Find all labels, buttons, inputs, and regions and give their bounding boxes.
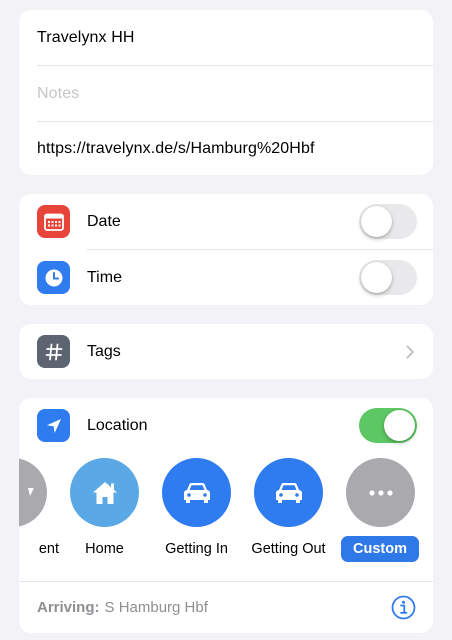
title-field[interactable]: Travelynx HH	[19, 10, 433, 65]
location-row: Location	[19, 398, 433, 453]
date-row: Date	[19, 194, 433, 249]
reminder-card: Date Time	[19, 194, 433, 305]
date-label: Date	[87, 212, 121, 230]
tags-row[interactable]: Tags	[19, 324, 433, 379]
car-icon[interactable]	[162, 458, 231, 527]
tags-card[interactable]: Tags	[19, 324, 433, 379]
toggle-knob	[361, 206, 392, 237]
title-text: Travelynx HH	[37, 28, 135, 46]
partial-option-icon[interactable]	[19, 458, 47, 527]
notes-placeholder: Notes	[37, 84, 80, 102]
location-card: Location ent Home Getting In Getting Out…	[19, 398, 433, 633]
location-arrow-icon	[37, 409, 70, 442]
hashtag-icon	[37, 335, 70, 368]
tags-label: Tags	[87, 342, 121, 360]
getting-in-option-label: Getting In	[165, 541, 228, 557]
info-icon[interactable]	[391, 595, 416, 620]
location-label: Location	[87, 416, 148, 434]
chevron-right-icon	[406, 345, 414, 358]
calendar-icon	[37, 205, 70, 238]
home-option-label: Home	[85, 541, 124, 557]
details-card: Travelynx HH Notes https://travelynx.de/…	[19, 10, 433, 175]
arriving-value: S Hamburg Hbf	[104, 599, 208, 616]
getting-out-option-label: Getting Out	[251, 541, 326, 557]
toggle-knob	[361, 262, 392, 293]
toggle-knob	[384, 410, 415, 441]
house-icon[interactable]	[70, 458, 139, 527]
arriving-row: Arriving: S Hamburg Hbf	[19, 582, 433, 633]
url-field[interactable]: https://travelynx.de/s/Hamburg%20Hbf	[19, 122, 433, 175]
date-toggle[interactable]	[359, 204, 417, 239]
time-row: Time	[19, 250, 433, 305]
location-toggle[interactable]	[359, 408, 417, 443]
time-toggle[interactable]	[359, 260, 417, 295]
time-label: Time	[87, 268, 122, 286]
clock-icon	[37, 261, 70, 294]
custom-option-label: Custom	[353, 541, 407, 557]
arriving-prefix: Arriving:	[37, 599, 100, 616]
car-icon[interactable]	[254, 458, 323, 527]
url-text: https://travelynx.de/s/Hamburg%20Hbf	[37, 139, 315, 157]
ellipsis-icon[interactable]	[346, 458, 415, 527]
notes-field[interactable]: Notes	[19, 66, 433, 121]
custom-option-pill[interactable]: Custom	[341, 536, 419, 562]
